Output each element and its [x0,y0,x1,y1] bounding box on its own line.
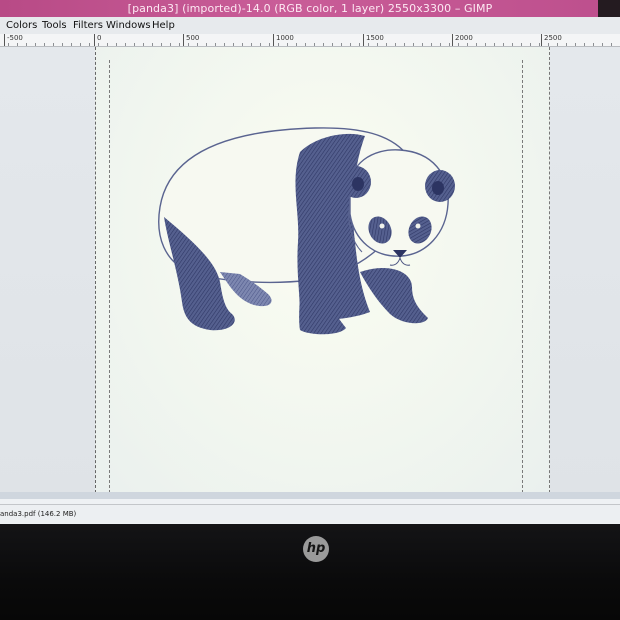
menu-bar: Colors Tools Filters Windows Help [0,17,620,34]
panda-drawing [158,127,455,335]
status-bar: anda3.pdf (146.2 MB) [0,504,620,523]
panda-head [349,149,449,257]
window-title-bar[interactable]: [panda3] (imported)-14.0 (RGB color, 1 l… [0,0,620,17]
left-margin-guide [109,60,110,493]
hp-logo-icon: hp [303,536,329,562]
menu-filters[interactable]: Filters [73,17,103,34]
horizontal-ruler[interactable]: -500 0 500 1000 1500 2000 2500 [0,34,620,47]
monitor-screen: [panda3] (imported)-14.0 (RGB color, 1 l… [0,0,620,524]
ruler-tick-label: 1000 [273,34,294,46]
status-file-info: anda3.pdf (146.2 MB) [0,510,77,518]
menu-windows[interactable]: Windows [106,17,151,34]
menu-tools[interactable]: Tools [42,17,67,34]
ruler-tick-label: 1500 [363,34,384,46]
window-title: [panda3] (imported)-14.0 (RGB color, 1 l… [127,2,493,15]
ruler-tick-label: 2500 [541,34,562,46]
ruler-tick-label: -500 [4,34,23,46]
horizontal-scrollbar[interactable] [0,492,620,499]
ruler-tick-label: 0 [94,34,101,46]
menu-help[interactable]: Help [152,17,175,34]
window-controls-icon[interactable] [598,0,620,17]
right-margin-guide [522,60,523,493]
panda-front-leg-right [360,267,428,324]
menu-colors[interactable]: Colors [6,17,37,34]
ruler-tick-label: 2000 [452,34,473,46]
ruler-tick-label: 500 [183,34,199,46]
